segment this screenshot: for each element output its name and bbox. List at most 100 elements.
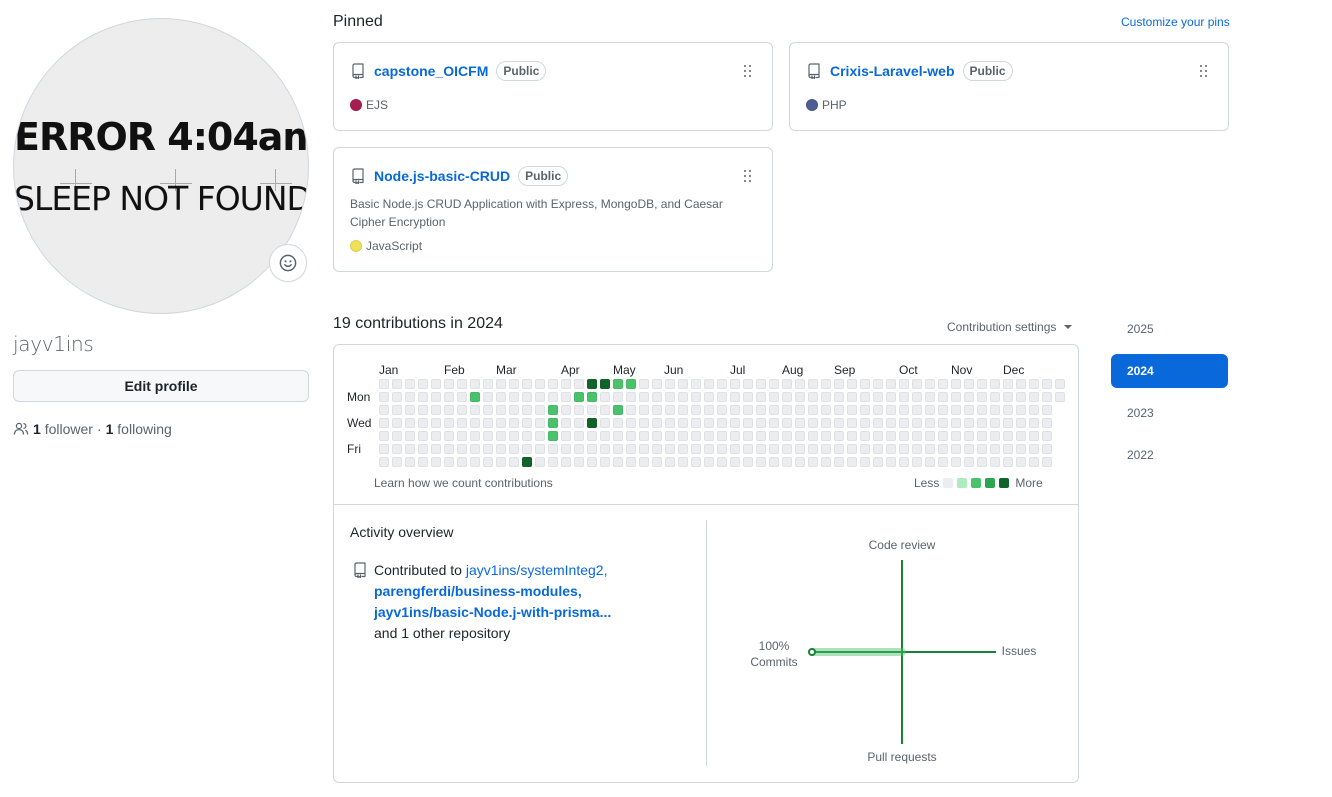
contribution-day-cell[interactable] <box>847 405 857 415</box>
contribution-day-cell[interactable] <box>678 405 688 415</box>
contribution-day-cell[interactable] <box>756 431 766 441</box>
contribution-day-cell[interactable] <box>444 418 454 428</box>
contribution-day-cell[interactable] <box>886 405 896 415</box>
contribution-day-cell[interactable] <box>1003 431 1013 441</box>
set-status-button[interactable] <box>269 244 307 282</box>
contribution-day-cell[interactable] <box>925 379 935 389</box>
contribution-day-cell[interactable] <box>912 444 922 454</box>
contribution-day-cell[interactable] <box>977 444 987 454</box>
contribution-day-cell[interactable] <box>522 379 532 389</box>
contribution-day-cell[interactable] <box>496 444 506 454</box>
contribution-day-cell[interactable] <box>496 405 506 415</box>
contribution-day-cell[interactable] <box>860 379 870 389</box>
contribution-day-cell[interactable] <box>548 444 558 454</box>
contribution-day-cell[interactable] <box>587 431 597 441</box>
contribution-day-cell[interactable] <box>509 405 519 415</box>
drag-handle-icon[interactable] <box>744 170 752 182</box>
contribution-day-cell[interactable] <box>639 418 649 428</box>
contribution-day-cell[interactable] <box>639 392 649 402</box>
contribution-day-cell[interactable] <box>652 431 662 441</box>
contribution-day-cell[interactable] <box>418 405 428 415</box>
contribution-day-cell[interactable] <box>873 457 883 467</box>
contribution-day-cell[interactable] <box>717 431 727 441</box>
contribution-day-cell[interactable] <box>847 444 857 454</box>
contribution-day-cell[interactable] <box>860 457 870 467</box>
contribution-day-cell[interactable] <box>405 418 415 428</box>
contribution-day-cell[interactable] <box>678 392 688 402</box>
contribution-day-cell[interactable] <box>535 457 545 467</box>
contribution-day-cell[interactable] <box>613 392 623 402</box>
contribution-day-cell[interactable] <box>678 444 688 454</box>
contribution-day-cell[interactable] <box>665 431 675 441</box>
contribution-day-cell[interactable] <box>847 431 857 441</box>
contribution-day-cell[interactable] <box>548 392 558 402</box>
contribution-day-cell[interactable] <box>769 444 779 454</box>
contribution-day-cell[interactable] <box>1042 444 1052 454</box>
contribution-day-cell[interactable] <box>795 379 805 389</box>
contribution-day-cell[interactable] <box>561 379 571 389</box>
contribution-day-cell[interactable] <box>743 444 753 454</box>
contribution-day-cell[interactable] <box>1003 457 1013 467</box>
contribution-day-cell[interactable] <box>691 444 701 454</box>
contribution-day-cell[interactable] <box>1016 379 1026 389</box>
contribution-day-cell[interactable] <box>678 457 688 467</box>
contribution-day-cell[interactable] <box>899 405 909 415</box>
contribution-day-cell[interactable] <box>717 418 727 428</box>
contribution-day-cell[interactable] <box>600 431 610 441</box>
contribution-day-cell[interactable] <box>795 418 805 428</box>
contribution-day-cell[interactable] <box>938 392 948 402</box>
contribution-day-cell[interactable] <box>964 392 974 402</box>
contribution-day-cell[interactable] <box>730 457 740 467</box>
contribution-day-cell[interactable] <box>808 431 818 441</box>
contribution-day-cell[interactable] <box>821 444 831 454</box>
contribution-day-cell[interactable] <box>1055 379 1065 389</box>
contribution-settings-dropdown[interactable]: Contribution settings <box>947 320 1073 334</box>
contribution-day-cell[interactable] <box>548 457 558 467</box>
contribution-day-cell[interactable] <box>795 457 805 467</box>
contribution-day-cell[interactable] <box>405 392 415 402</box>
contribution-day-cell[interactable] <box>652 444 662 454</box>
contribution-day-cell[interactable] <box>561 457 571 467</box>
contribution-day-cell[interactable] <box>886 392 896 402</box>
contribution-day-cell[interactable] <box>483 392 493 402</box>
contribution-day-cell[interactable] <box>587 379 597 389</box>
contribution-day-cell[interactable] <box>769 392 779 402</box>
contribution-day-cell[interactable] <box>418 457 428 467</box>
contribution-day-cell[interactable] <box>561 405 571 415</box>
contribution-day-cell[interactable] <box>652 418 662 428</box>
contribution-day-cell[interactable] <box>782 418 792 428</box>
contribution-day-cell[interactable] <box>769 457 779 467</box>
contribution-day-cell[interactable] <box>1016 392 1026 402</box>
contribution-day-cell[interactable] <box>990 379 1000 389</box>
learn-contributions-link[interactable]: Learn how we count contributions <box>374 476 553 490</box>
contribution-day-cell[interactable] <box>535 379 545 389</box>
contribution-day-cell[interactable] <box>418 431 428 441</box>
contribution-day-cell[interactable] <box>574 405 584 415</box>
contribution-day-cell[interactable] <box>717 379 727 389</box>
contribution-day-cell[interactable] <box>600 405 610 415</box>
contribution-day-cell[interactable] <box>925 392 935 402</box>
contribution-day-cell[interactable] <box>587 457 597 467</box>
contribution-day-cell[interactable] <box>457 405 467 415</box>
contribution-day-cell[interactable] <box>821 379 831 389</box>
contribution-day-cell[interactable] <box>457 418 467 428</box>
contribution-day-cell[interactable] <box>600 418 610 428</box>
contribution-day-cell[interactable] <box>834 457 844 467</box>
drag-handle-icon[interactable] <box>744 65 752 77</box>
contribution-day-cell[interactable] <box>483 418 493 428</box>
contribution-day-cell[interactable] <box>548 431 558 441</box>
contribution-day-cell[interactable] <box>925 418 935 428</box>
contribution-day-cell[interactable] <box>795 392 805 402</box>
contribution-day-cell[interactable] <box>704 444 714 454</box>
contribution-day-cell[interactable] <box>639 457 649 467</box>
contribution-day-cell[interactable] <box>405 444 415 454</box>
contribution-day-cell[interactable] <box>470 457 480 467</box>
contribution-day-cell[interactable] <box>392 457 402 467</box>
contribution-day-cell[interactable] <box>561 392 571 402</box>
contribution-day-cell[interactable] <box>496 392 506 402</box>
contribution-day-cell[interactable] <box>1016 457 1026 467</box>
contribution-day-cell[interactable] <box>392 444 402 454</box>
contribution-day-cell[interactable] <box>938 457 948 467</box>
contribution-day-cell[interactable] <box>405 405 415 415</box>
contribution-day-cell[interactable] <box>587 392 597 402</box>
